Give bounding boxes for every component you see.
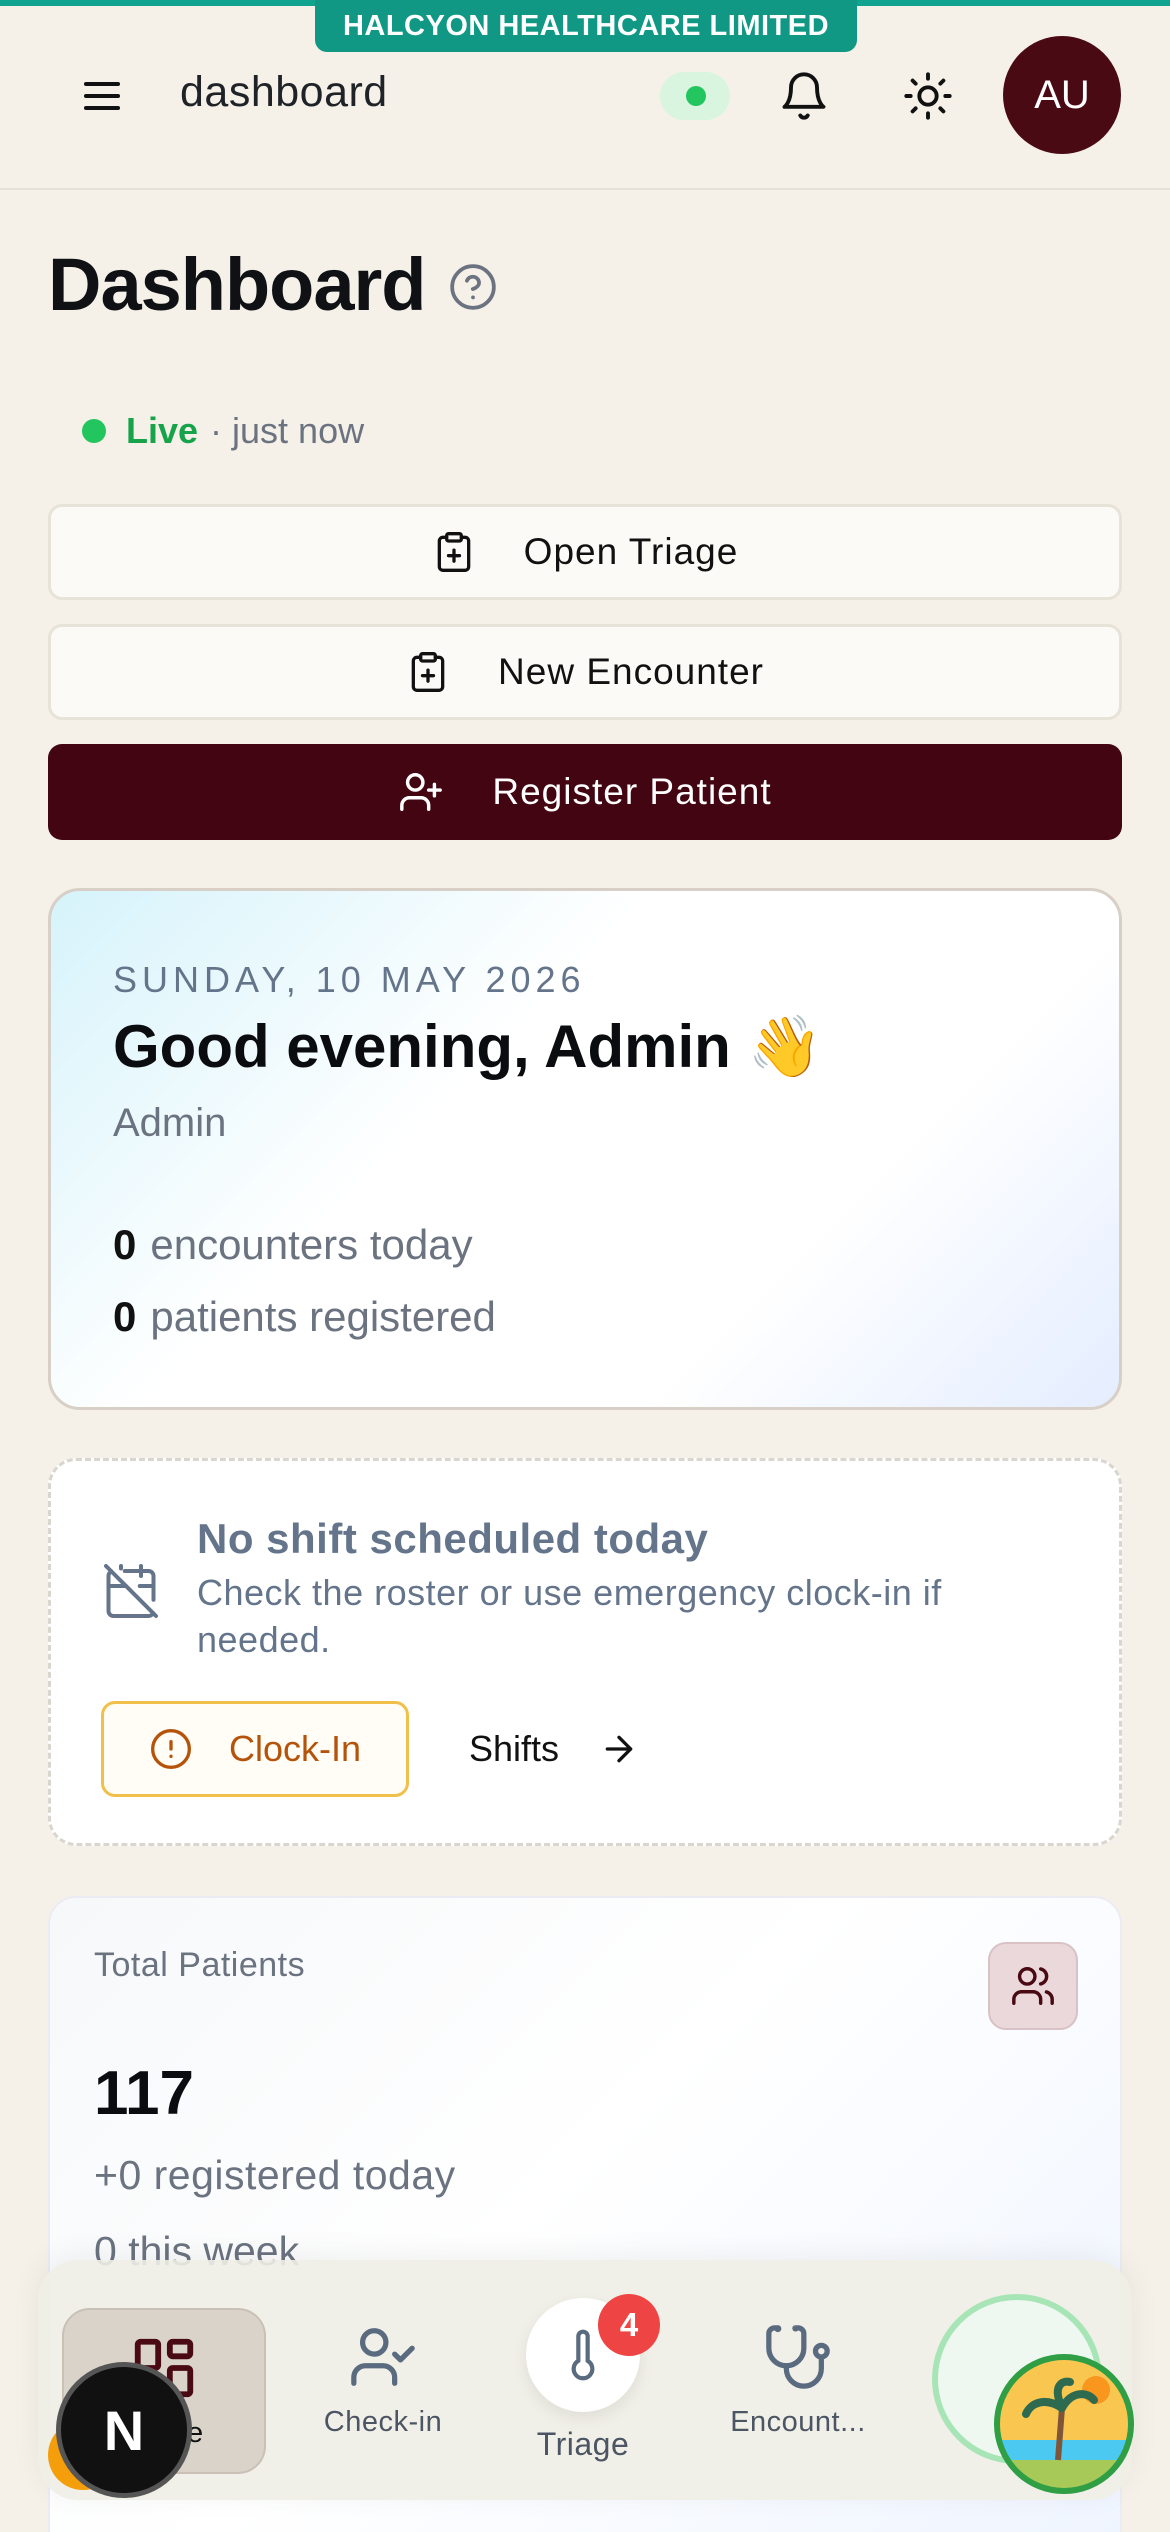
patients-registered-stat: 0 patients registered — [113, 1293, 496, 1341]
bell-icon — [782, 72, 826, 120]
notifications-button[interactable] — [778, 70, 830, 122]
nav-encounters[interactable]: Encount... — [698, 2260, 898, 2500]
live-dot — [82, 419, 106, 443]
menu-button[interactable] — [72, 70, 132, 122]
nav-triage[interactable]: 4 Triage — [488, 2260, 678, 2500]
theme-toggle-button[interactable] — [902, 70, 954, 122]
status-dot — [686, 86, 706, 106]
live-time: · just now — [210, 410, 365, 451]
shifts-link[interactable]: Shifts — [469, 1701, 639, 1797]
total-patients-label: Total Patients — [94, 1946, 306, 1984]
nav-triage-label: Triage — [536, 2425, 630, 2462]
clock-in-button[interactable]: Clock-In — [101, 1701, 409, 1797]
alert-circle-icon — [151, 1729, 191, 1769]
register-patient-button[interactable]: Register Patient — [48, 744, 1122, 840]
connection-status[interactable] — [660, 72, 730, 120]
users-icon — [988, 1942, 1078, 2030]
patients-count: 0 — [113, 1293, 137, 1340]
open-triage-label: Open Triage — [523, 531, 739, 572]
greeting-title: Good evening, Admin 👋 — [113, 1013, 823, 1080]
clock-in-label: Clock-In — [228, 1728, 362, 1769]
organization-badge: HALCYON HEALTHCARE LIMITED — [315, 0, 857, 52]
arrow-right-icon — [605, 1735, 633, 1763]
bottom-nav: Home Check-in 4 Triage Encount... — [38, 2260, 1132, 2500]
sun-icon — [904, 72, 952, 120]
encounters-today-stat: 0 encounters today — [113, 1221, 473, 1269]
nav-check-in-label: Check-in — [323, 2405, 443, 2438]
registered-today: +0 registered today — [94, 2152, 456, 2198]
open-triage-button[interactable]: Open Triage — [48, 504, 1122, 600]
clipboard-plus-icon — [411, 652, 445, 692]
user-check-icon — [351, 2327, 415, 2386]
beach-avatar-button[interactable] — [994, 2354, 1134, 2494]
patients-label: patients registered — [150, 1293, 496, 1340]
shift-card: No shift scheduled today Check the roste… — [48, 1458, 1122, 1846]
menu-icon — [84, 82, 120, 110]
shifts-label: Shifts — [469, 1728, 560, 1769]
dev-tools-button[interactable]: N — [56, 2362, 192, 2498]
shift-subtitle: Check the roster or use emergency clock-… — [197, 1572, 942, 1660]
encounters-count: 0 — [113, 1221, 137, 1268]
encounters-label: encounters today — [150, 1221, 473, 1268]
greeting-card: SUNDAY, 10 MAY 2026 Good evening, Admin … — [48, 888, 1122, 1410]
user-plus-icon — [400, 773, 443, 811]
shift-title: No shift scheduled today — [197, 1515, 709, 1562]
stethoscope-icon — [766, 2324, 830, 2389]
help-button[interactable] — [448, 262, 498, 312]
clipboard-plus-icon — [437, 532, 470, 572]
page-title: Dashboard — [48, 243, 427, 326]
triage-count-badge: 4 — [598, 2293, 660, 2356]
greeting-role: Admin — [113, 1101, 227, 1145]
register-patient-label: Register Patient — [492, 771, 772, 812]
calendar-off-icon — [101, 1561, 161, 1621]
palm-tree-icon — [1000, 2360, 1128, 2488]
new-encounter-button[interactable]: New Encounter — [48, 624, 1122, 720]
header-title: dashboard — [180, 68, 388, 116]
triage-button[interactable]: 4 — [526, 2293, 660, 2412]
live-label: Live — [126, 410, 199, 451]
avatar[interactable]: AU — [1003, 36, 1121, 154]
help-icon — [450, 264, 496, 310]
nav-check-in[interactable]: Check-in — [288, 2260, 478, 2500]
total-patients-value: 117 — [94, 2059, 195, 2128]
nav-encounters-label: Encount... — [730, 2405, 866, 2438]
greeting-date: SUNDAY, 10 MAY 2026 — [113, 959, 586, 1000]
live-indicator: Live · just now — [82, 410, 364, 452]
new-encounter-label: New Encounter — [498, 651, 764, 692]
